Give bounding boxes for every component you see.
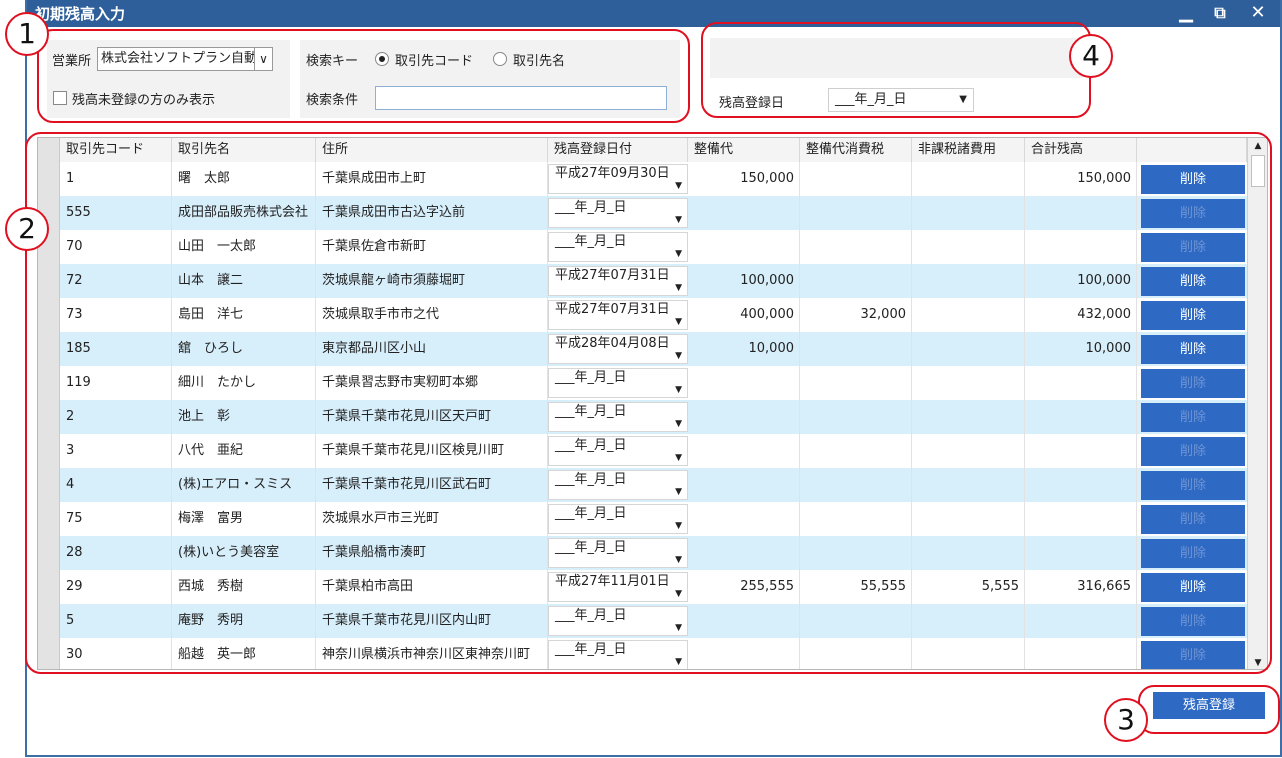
callout-number-1: 1: [5, 12, 49, 56]
title-bar: 初期残高入力 ▁ ⧉ ✕: [27, 0, 1280, 27]
callout-box-2: [25, 132, 1272, 674]
callout-number-4: 4: [1069, 34, 1113, 78]
minimize-icon[interactable]: ▁: [1173, 2, 1199, 24]
window-title: 初期残高入力: [35, 5, 126, 23]
callout-box-4: [701, 22, 1091, 118]
callout-number-3: 3: [1104, 698, 1148, 742]
restore-icon[interactable]: ⧉: [1207, 2, 1233, 24]
callout-number-2: 2: [5, 207, 49, 251]
callout-box-3: [1138, 685, 1280, 734]
callout-box-1: [37, 29, 690, 123]
close-icon[interactable]: ✕: [1245, 2, 1271, 24]
